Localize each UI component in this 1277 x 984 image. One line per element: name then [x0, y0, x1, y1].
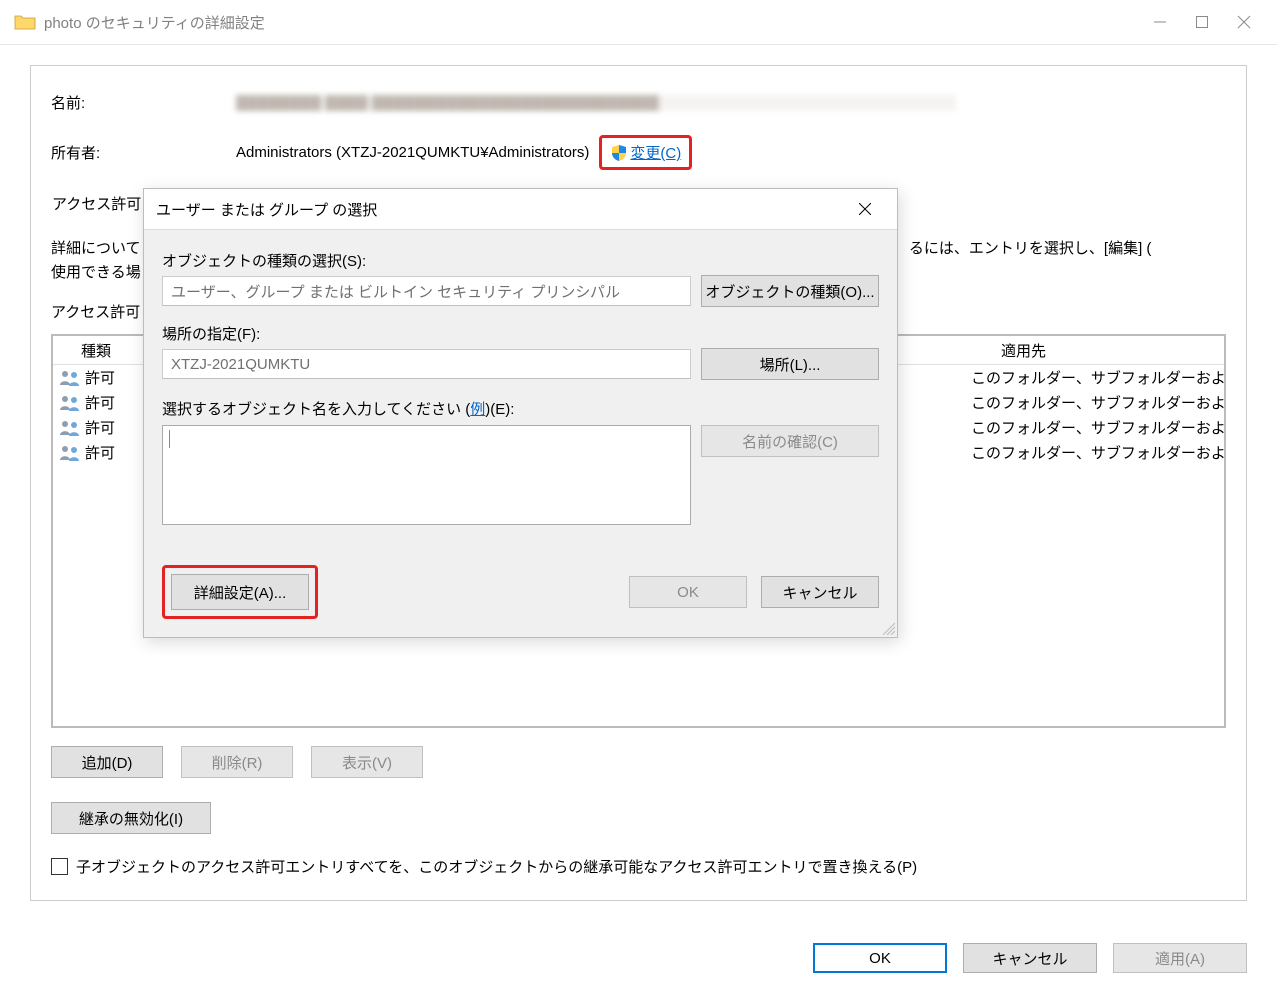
- name-value-blurred: ████████ ████ ██████████████████████████…: [236, 95, 956, 111]
- owner-label: 所有者:: [51, 142, 236, 163]
- cell-type: 許可: [85, 442, 115, 463]
- resize-grip-icon[interactable]: [879, 619, 895, 635]
- folder-icon: [14, 13, 36, 31]
- window-controls: [1151, 13, 1253, 31]
- add-button[interactable]: 追加(D): [51, 746, 163, 778]
- object-type-field: ユーザー、グループ または ビルトイン セキュリティ プリンシパル: [162, 276, 691, 306]
- cell-type: 許可: [85, 417, 115, 438]
- replace-child-row[interactable]: 子オブジェクトのアクセス許可エントリすべてを、このオブジェクトからの継承可能なア…: [51, 856, 1226, 877]
- dialog-close-button[interactable]: [845, 203, 885, 215]
- change-owner-link[interactable]: 変更(C): [630, 142, 681, 163]
- tab-permissions[interactable]: アクセス許可: [45, 188, 156, 223]
- replace-child-label: 子オブジェクトのアクセス許可エントリすべてを、このオブジェクトからの継承可能なア…: [76, 856, 917, 877]
- dialog-cancel-button[interactable]: キャンセル: [761, 576, 879, 608]
- remove-button[interactable]: 削除(R): [181, 746, 293, 778]
- select-user-group-dialog: ユーザー または グループ の選択 オブジェクトの種類の選択(S): ユーザー、…: [143, 188, 898, 638]
- apply-button[interactable]: 適用(A): [1113, 943, 1247, 973]
- dialog-title: ユーザー または グループ の選択: [156, 199, 845, 220]
- cell-type: 許可: [85, 392, 115, 413]
- advanced-button[interactable]: 詳細設定(A)...: [171, 574, 309, 610]
- view-button[interactable]: 表示(V): [311, 746, 423, 778]
- dialog-titlebar: ユーザー または グループ の選択: [144, 189, 897, 230]
- cell-type: 許可: [85, 367, 115, 388]
- permission-buttons: 追加(D) 削除(R) 表示(V): [51, 746, 1226, 778]
- maximize-button[interactable]: [1193, 13, 1211, 31]
- from-location-label: 場所の指定(F):: [162, 323, 879, 344]
- name-label: 名前:: [51, 92, 236, 113]
- from-location-field: XTZJ-2021QUMKTU: [162, 349, 691, 379]
- disable-inheritance-button[interactable]: 継承の無効化(I): [51, 802, 211, 834]
- cancel-button[interactable]: キャンセル: [963, 943, 1097, 973]
- dialog-ok-button[interactable]: OK: [629, 576, 747, 608]
- titlebar: photo のセキュリティの詳細設定: [0, 0, 1277, 45]
- users-icon: [59, 369, 81, 387]
- replace-child-checkbox[interactable]: [51, 858, 68, 875]
- locations-button[interactable]: 場所(L)...: [701, 348, 879, 380]
- object-names-textarea[interactable]: [170, 430, 684, 524]
- highlight-box-change: 変更(C): [599, 135, 692, 170]
- object-type-label: オブジェクトの種類の選択(S):: [162, 250, 879, 271]
- close-button[interactable]: [1235, 13, 1253, 31]
- users-icon: [59, 419, 81, 437]
- object-names-input[interactable]: [162, 425, 691, 525]
- footer-buttons: OK キャンセル 適用(A): [813, 943, 1247, 973]
- enter-names-label: 選択するオブジェクト名を入力してください (例)(E):: [162, 398, 879, 419]
- owner-value: Administrators (XTZJ-2021QUMKTU¥Administ…: [236, 144, 589, 161]
- check-names-button[interactable]: 名前の確認(C): [701, 425, 879, 457]
- minimize-button[interactable]: [1151, 13, 1169, 31]
- users-icon: [59, 444, 81, 462]
- users-icon: [59, 394, 81, 412]
- object-types-button[interactable]: オブジェクトの種類(O)...: [701, 275, 879, 307]
- highlight-box-advanced: 詳細設定(A)...: [162, 565, 318, 619]
- ok-button[interactable]: OK: [813, 943, 947, 973]
- examples-link[interactable]: 例: [470, 401, 485, 418]
- window-title: photo のセキュリティの詳細設定: [44, 12, 1151, 33]
- uac-shield-icon: [610, 144, 628, 162]
